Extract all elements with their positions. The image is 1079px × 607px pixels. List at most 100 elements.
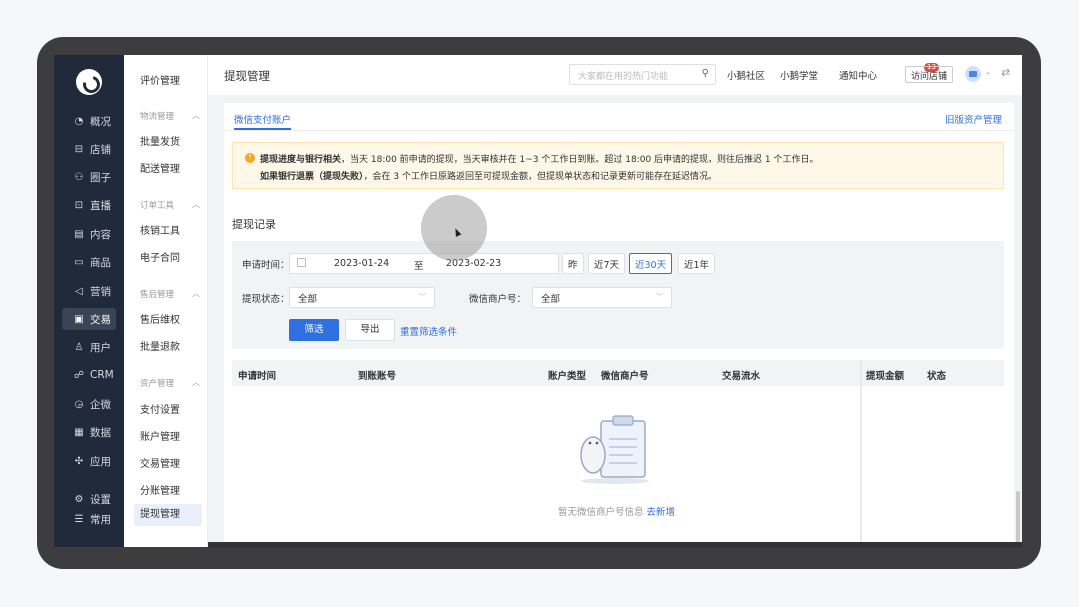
content-icon: ▤ [74, 228, 84, 240]
subnav-item-split-mgmt[interactable]: 分账管理 [140, 482, 180, 497]
subnav-item-batch-refund[interactable]: 批量退款 [140, 338, 180, 353]
date-label: 申请时间： [242, 260, 290, 271]
quick-yesterday-button[interactable]: 昨 [562, 253, 584, 274]
settings-icon: ⚙ [74, 493, 84, 505]
app-screen: ◔ 概况 ⊟ 店铺 ⚇ 圈子 ⊡ 直播 ▤ 内容 ▭ 商品 ◁ 营销 ▣ 交易 ♙ 用户 ☍ CRM ◶ 企微 ▦ 数据 ✣ 应用… [54, 55, 1022, 547]
quick-30days-button[interactable]: 近30天 [629, 253, 673, 274]
old-asset-mgmt-link[interactable]: 旧版资产管理 [945, 112, 1002, 126]
switch-icon[interactable]: ⇄ [1001, 66, 1010, 79]
table-header: 申请时间 到账账号 账户类型 微信商户号 交易流水 提现金额 状态 [232, 360, 1004, 386]
col-account-type: 账户类型 [548, 371, 587, 382]
data-icon: ▦ [74, 426, 84, 438]
chevron-up-icon: ︿ [192, 111, 200, 120]
chevron-down-icon: ﹀ [419, 293, 426, 301]
apps-icon: ✣ [74, 455, 84, 467]
warning-icon: ! [245, 153, 255, 163]
subnav-item-verify-tool[interactable]: 核销工具 [140, 222, 180, 237]
nav-item-apps[interactable]: ✣ 应用 [62, 450, 116, 472]
nav-item-label: 商品 [90, 256, 111, 269]
nav-item-goods[interactable]: ▭ 商品 [62, 251, 116, 273]
bottom-strip [208, 542, 1022, 547]
empty-state-text: 暂无微信商户号信息 去新增 [558, 507, 676, 518]
subnav-item-delivery[interactable]: 配送管理 [140, 160, 180, 175]
subnav-item-account-mgmt[interactable]: 账户管理 [140, 428, 180, 443]
tab-wechat-pay-account[interactable]: 微信支付账户 [234, 112, 291, 126]
nav-item-overview[interactable]: ◔ 概况 [62, 110, 116, 132]
col-apply-time: 申请时间 [238, 371, 277, 382]
community-link[interactable]: 小鹅社区 [727, 68, 765, 82]
withdraw-notice-alert: ! 提现进度与银行相关，当天 18:00 前申请的提现，当天审核并在 1~3 个… [232, 142, 1004, 189]
main-card: 微信支付账户 旧版资产管理 ! 提现进度与银行相关，当天 18:00 前申请的提… [224, 103, 1020, 547]
search-icon[interactable]: ⚲ [702, 68, 709, 79]
merchant-select[interactable]: 全部 ﹀ [532, 287, 672, 308]
subnav-group-order-tools[interactable]: 订单工具 ︿ [140, 199, 200, 211]
col-account: 到账账号 [358, 371, 397, 382]
nav-item-data[interactable]: ▦ 数据 [62, 421, 116, 443]
nav-item-label: 企微 [90, 398, 111, 411]
primary-sidebar: ◔ 概况 ⊟ 店铺 ⚇ 圈子 ⊡ 直播 ▤ 内容 ▭ 商品 ◁ 营销 ▣ 交易 ♙ 用户 ☍ CRM ◶ 企微 ▦ 数据 ✣ 应用… [54, 55, 124, 547]
chevron-down-icon: ﹀ [656, 293, 663, 301]
status-label: 提现状态： [242, 294, 290, 305]
overview-icon: ◔ [74, 115, 84, 127]
visit-store-button[interactable]: 访问店铺 [905, 66, 954, 83]
nav-item-circle[interactable]: ⚇ 圈子 [62, 166, 116, 188]
nav-item-label: 营销 [90, 285, 111, 298]
nav-item-common[interactable]: ☰ 常用 [62, 508, 116, 530]
filter-panel: 申请时间： 2023-01-24 至 2023-02-23 昨 近7天 近30天… [232, 241, 1004, 349]
subnav-item-after-sale-rights[interactable]: 售后维权 [140, 311, 180, 326]
add-merchant-link[interactable]: 去新增 [647, 507, 676, 518]
user-icon: ♙ [74, 341, 84, 353]
fixed-column-divider [860, 360, 862, 547]
tab-divider [224, 130, 1014, 131]
status-select-value: 全部 [298, 294, 318, 305]
top-header: 提现管理 大家都在用的热门功能 ⚲ 小鹅社区 小鹅学堂 通知中心 13 访问店铺… [208, 55, 1022, 95]
nav-item-label: 直播 [90, 199, 111, 212]
trade-icon: ▣ [74, 313, 84, 325]
avatar[interactable] [965, 66, 981, 82]
subnav-item-batch-ship[interactable]: 批量发货 [140, 133, 180, 148]
date-range-picker[interactable]: 2023-01-24 至 2023-02-23 [289, 253, 559, 274]
app-logo[interactable] [76, 69, 102, 95]
quick-7days-button[interactable]: 近7天 [588, 253, 626, 274]
notification-center-link[interactable]: 通知中心 [839, 68, 877, 82]
nav-item-marketing[interactable]: ◁ 营销 [62, 280, 116, 302]
subnav-item-payment-settings[interactable]: 支付设置 [140, 401, 180, 416]
subnav-item-trade-mgmt[interactable]: 交易管理 [140, 455, 180, 470]
chevron-up-icon: ︿ [192, 378, 200, 387]
chevron-up-icon: ︿ [192, 289, 200, 298]
subnav-item-withdraw-mgmt[interactable]: 提现管理 [134, 504, 202, 526]
nav-item-wecom[interactable]: ◶ 企微 [62, 393, 116, 415]
filter-button[interactable]: 筛选 [289, 319, 339, 341]
subnav-group-after-sales[interactable]: 售后管理 ︿ [140, 288, 200, 300]
nav-item-user[interactable]: ♙ 用户 [62, 336, 116, 358]
scrollbar-thumb[interactable] [1016, 491, 1020, 547]
subnav-item-reviews[interactable]: 评价管理 [140, 72, 180, 87]
live-icon: ⊡ [74, 199, 84, 211]
reset-filter-link[interactable]: 重置筛选条件 [400, 324, 457, 338]
date-separator: 至 [414, 261, 424, 272]
marketing-icon: ◁ [75, 285, 83, 297]
section-title: 提现记录 [232, 218, 276, 231]
quick-1year-button[interactable]: 近1年 [678, 253, 716, 274]
vertical-scrollbar[interactable] [1016, 151, 1020, 547]
page-title: 提现管理 [224, 69, 270, 83]
academy-link[interactable]: 小鹅学堂 [780, 68, 818, 82]
chevron-down-icon[interactable]: ⌄ [985, 68, 991, 76]
nav-item-store[interactable]: ⊟ 店铺 [62, 138, 116, 160]
nav-item-trade[interactable]: ▣ 交易 [62, 308, 116, 330]
merchant-label: 微信商户号： [469, 294, 527, 305]
search-input[interactable]: 大家都在用的热门功能 ⚲ [569, 64, 716, 85]
alert-line-1: 提现进度与银行相关，当天 18:00 前申请的提现，当天审核并在 1~3 个工作… [260, 155, 819, 165]
subnav-group-logistics[interactable]: 物流管理 ︿ [140, 110, 200, 122]
subnav-item-e-contract[interactable]: 电子合同 [140, 249, 180, 264]
nav-item-label: 数据 [90, 426, 111, 439]
export-button[interactable]: 导出 [345, 319, 395, 341]
nav-item-crm[interactable]: ☍ CRM [62, 364, 116, 386]
start-date: 2023-01-24 [334, 258, 390, 269]
nav-item-settings[interactable]: ⚙ 设置 [62, 488, 116, 510]
nav-item-content[interactable]: ▤ 内容 [62, 223, 116, 245]
subnav-group-assets[interactable]: 资产管理 ︿ [140, 377, 200, 389]
nav-item-live[interactable]: ⊡ 直播 [62, 194, 116, 216]
nav-item-label: 圈子 [90, 171, 111, 184]
status-select[interactable]: 全部 ﹀ [289, 287, 435, 308]
